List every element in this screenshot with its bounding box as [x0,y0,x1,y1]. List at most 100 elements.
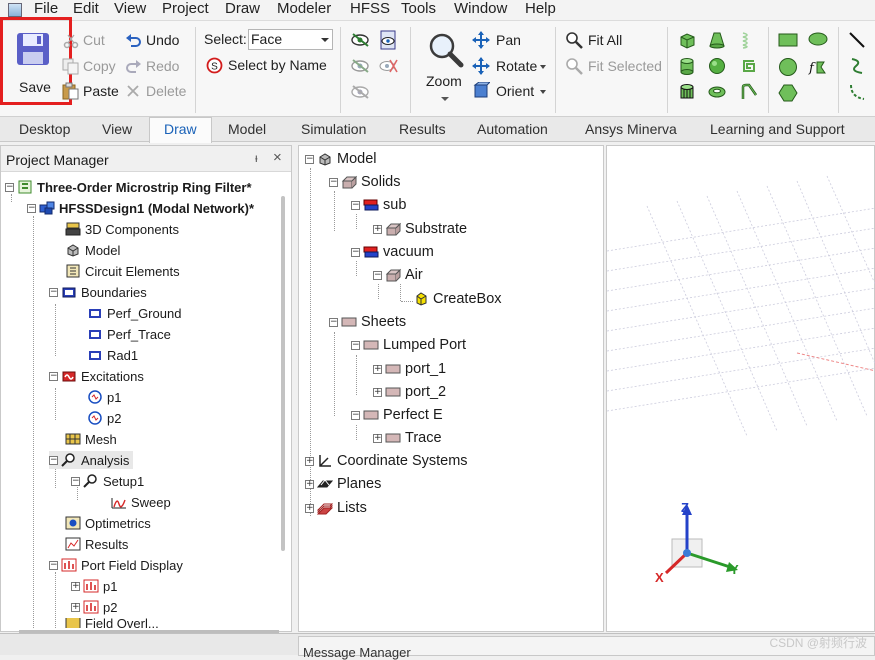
draw-cylinder-icon[interactable] [678,57,696,75]
collapse-toggle[interactable]: − [49,287,58,297]
tree-circuit-elements[interactable]: Circuit Elements [65,262,180,280]
fit-all-button[interactable]: Fit All [588,32,622,48]
collapse-toggle[interactable]: − [329,177,338,187]
draw-torus-icon[interactable] [708,83,726,101]
tree-sheets[interactable]: − Sheets [329,313,406,331]
draw-arc-icon[interactable] [848,83,866,101]
collapse-toggle[interactable]: − [27,203,36,213]
menu-view[interactable]: View [114,0,146,20]
draw-spiral-icon[interactable] [740,57,758,75]
tab-desktop[interactable]: Desktop [19,121,70,137]
collapse-toggle[interactable]: − [351,340,360,350]
tab-view[interactable]: View [102,121,132,137]
menu-help[interactable]: Help [525,0,556,20]
tree-perfect-e[interactable]: − Perfect E [351,406,443,424]
draw-ellipse-icon[interactable] [808,31,828,47]
expand-toggle[interactable]: + [71,581,80,591]
tree-setup1[interactable]: − Setup1 [71,472,144,490]
draw-bondwire-icon[interactable] [740,83,758,101]
tab-ansys-minerva[interactable]: Ansys Minerva [585,121,677,137]
draw-polygon-icon[interactable] [778,83,798,103]
menu-draw[interactable]: Draw [225,0,260,20]
expand-toggle[interactable]: + [305,479,314,489]
tab-results[interactable]: Results [399,121,446,137]
hide-selection-icon[interactable] [378,57,398,75]
undo-button[interactable]: Undo [146,32,179,48]
tab-automation[interactable]: Automation [477,121,548,137]
menu-hfss[interactable]: HFSS [350,0,390,20]
collapse-toggle[interactable]: − [49,455,58,465]
tree-results[interactable]: Results [65,535,128,553]
collapse-toggle[interactable]: − [351,410,360,420]
tree-port-2[interactable]: + port_2 [373,383,446,401]
tree-project[interactable]: − Three-Order Microstrip Ring Filter* [5,178,252,196]
tab-simulation[interactable]: Simulation [301,121,366,137]
collapse-toggle[interactable]: − [305,154,314,164]
zoom-button[interactable]: Zoom [422,27,468,107]
collapse-toggle[interactable]: − [329,317,338,327]
tree-port-1[interactable]: + port_1 [373,360,446,378]
draw-regular-polyhedron-icon[interactable] [678,83,696,101]
tree-port-field-display[interactable]: − Port Field Display [49,556,183,574]
collapse-toggle[interactable]: − [373,270,382,280]
rotate-button[interactable]: Rotate [496,58,537,74]
show-active-view-icon[interactable] [350,83,372,101]
tree-trace[interactable]: + Trace [373,429,442,447]
draw-line-icon[interactable] [848,31,866,49]
show-objects-icon[interactable] [378,30,398,50]
tree-model-root[interactable]: − Model [305,150,377,168]
tree-analysis[interactable]: − Analysis [49,451,134,469]
tree-material-sub[interactable]: − sub [351,196,406,214]
3d-modeler-viewport[interactable]: Z Y X [606,145,875,632]
tree-substrate[interactable]: + Substrate [373,220,467,238]
tree-model[interactable]: Model [65,241,120,259]
collapse-toggle[interactable]: − [71,476,80,486]
collapse-toggle[interactable]: − [49,560,58,570]
draw-helix-icon[interactable] [740,31,754,49]
orient-button[interactable]: Orient [496,83,534,99]
tree-port-field-p2[interactable]: + p2 [71,598,117,616]
tree-lists[interactable]: + Lists [305,499,367,517]
hide-all-icon[interactable] [350,57,372,75]
menu-window[interactable]: Window [454,0,507,20]
tree-port-field-p1[interactable]: + p1 [71,577,117,595]
menu-tools[interactable]: Tools [401,0,436,20]
menu-edit[interactable]: Edit [73,0,99,20]
tree-boundaries[interactable]: − Boundaries [49,283,147,301]
expand-toggle[interactable]: + [305,503,314,513]
collapse-toggle[interactable]: − [49,371,58,381]
show-all-icon[interactable] [350,31,372,49]
tab-learning-and-support[interactable]: Learning and Support [710,121,845,137]
tree-design[interactable]: − HFSSDesign1 (Modal Network)* [27,199,254,217]
draw-equation-surface-icon[interactable]: f [808,57,828,77]
tab-draw[interactable]: Draw [149,117,212,143]
tree-planes[interactable]: + Planes [305,475,381,493]
pan-button[interactable]: Pan [496,32,521,48]
tree-perf-ground[interactable]: Perf_Ground [87,304,181,322]
draw-cone-icon[interactable] [708,31,726,49]
draw-circle-icon[interactable] [778,57,798,77]
tree-mesh[interactable]: Mesh [65,430,117,448]
expand-toggle[interactable]: + [373,224,382,234]
pin-icon[interactable]: ᵻ [255,151,258,165]
collapse-toggle[interactable]: − [351,200,360,210]
tab-model[interactable]: Model [228,121,266,137]
tree-excitations[interactable]: − Excitations [49,367,144,385]
tree-rad1[interactable]: Rad1 [87,346,138,364]
copy-button[interactable]: Copy [83,58,116,74]
delete-button[interactable]: Delete [146,83,186,99]
tree-optimetrics[interactable]: Optimetrics [65,514,151,532]
tree-lumped-port[interactable]: − Lumped Port [351,336,466,354]
tree-air[interactable]: − Air [373,266,423,284]
tree-field-overlays[interactable]: Field Overl... [65,618,159,628]
draw-rectangle-icon[interactable] [778,32,798,48]
close-icon[interactable]: × [273,149,282,166]
draw-sphere-icon[interactable] [708,57,726,75]
collapse-toggle[interactable]: − [351,247,360,257]
tree-solids[interactable]: − Solids [329,173,401,191]
vertical-scrollbar[interactable] [281,196,285,551]
tree-perf-trace[interactable]: Perf_Trace [87,325,171,343]
cut-button[interactable]: Cut [83,32,105,48]
tree-3d-components[interactable]: 3D Components [65,220,179,238]
tree-coordinate-systems[interactable]: + Coordinate Systems [305,452,468,470]
